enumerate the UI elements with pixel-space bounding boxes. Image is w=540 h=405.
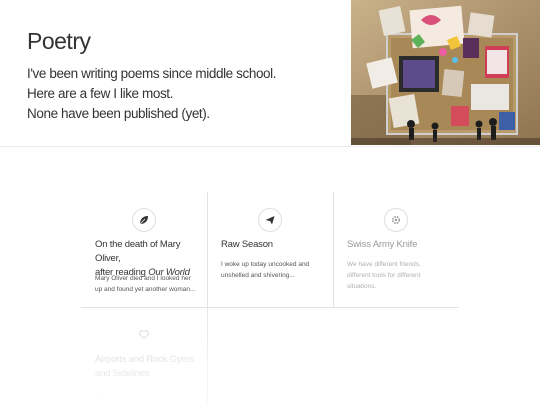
- corkboard-collage-image: [351, 0, 540, 145]
- page-title: Poetry: [27, 28, 91, 54]
- corkboard-photo: [351, 0, 540, 145]
- intro-line-2: Here are a few I like most.: [27, 86, 174, 101]
- poem-card-swiss-army-knife[interactable]: Swiss Army Knife We have different frien…: [333, 192, 459, 307]
- poem-title: Raw Season: [221, 239, 273, 250]
- gem-icon: [132, 322, 156, 346]
- poem-card-raw-season[interactable]: Raw Season I woke up today uncooked and …: [207, 192, 333, 307]
- poem-title: Airports and Rock Gyms and Sidelines: [95, 354, 194, 379]
- intro-text: I've been writing poems since middle sch…: [27, 64, 327, 124]
- poem-excerpt: I woke up today uncooked and unshelled a…: [221, 261, 310, 279]
- intro-line-1: I've been writing poems since middle sch…: [27, 66, 277, 81]
- gear-icon: [384, 208, 408, 232]
- hero-section: Poetry I've been writing poems since mid…: [0, 0, 540, 147]
- intro-line-3: None have been published (yet).: [27, 106, 210, 121]
- paper-plane-icon: [258, 208, 282, 232]
- poem-excerpt: ...: [95, 391, 101, 398]
- poems-grid: On the death of Mary Oliver, after readi…: [81, 192, 459, 405]
- leaf-icon: [132, 208, 156, 232]
- poem-title: Swiss Army Knife: [347, 239, 418, 250]
- poem-card-airports[interactable]: Airports and Rock Gyms and Sidelines ...: [81, 308, 207, 405]
- poem-card-mary-oliver[interactable]: On the death of Mary Oliver, after readi…: [81, 192, 207, 307]
- poem-excerpt: We have different friends, different too…: [347, 261, 421, 290]
- poem-excerpt: Mary Oliver died and I looked her up and…: [95, 275, 196, 293]
